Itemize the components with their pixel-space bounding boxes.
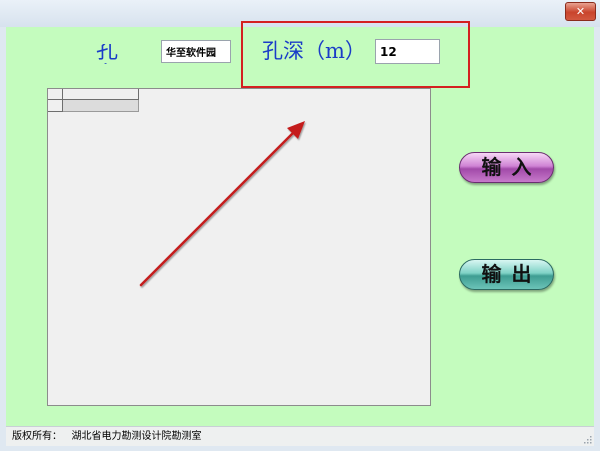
input-button[interactable]: 输入 <box>459 152 554 183</box>
grid-column-header[interactable] <box>63 89 139 100</box>
grid-corner-cell <box>48 89 63 100</box>
resize-grip-icon[interactable] <box>582 434 592 444</box>
depth-field[interactable] <box>375 39 440 64</box>
borehole-name-field[interactable] <box>161 40 231 63</box>
grid-cell[interactable] <box>63 100 139 112</box>
close-button[interactable]: ✕ <box>565 2 596 21</box>
data-grid[interactable] <box>47 88 431 406</box>
grid-row-header[interactable] <box>48 100 63 112</box>
status-bar: 版权所有： 湖北省电力勘测设计院勘测室 <box>6 426 594 446</box>
depth-label: 孔深（m） <box>262 39 366 63</box>
copyright-text: 版权所有： 湖北省电力勘测设计院勘测室 <box>12 431 202 442</box>
output-button[interactable]: 输出 <box>459 259 554 290</box>
close-icon: ✕ <box>575 5 586 18</box>
